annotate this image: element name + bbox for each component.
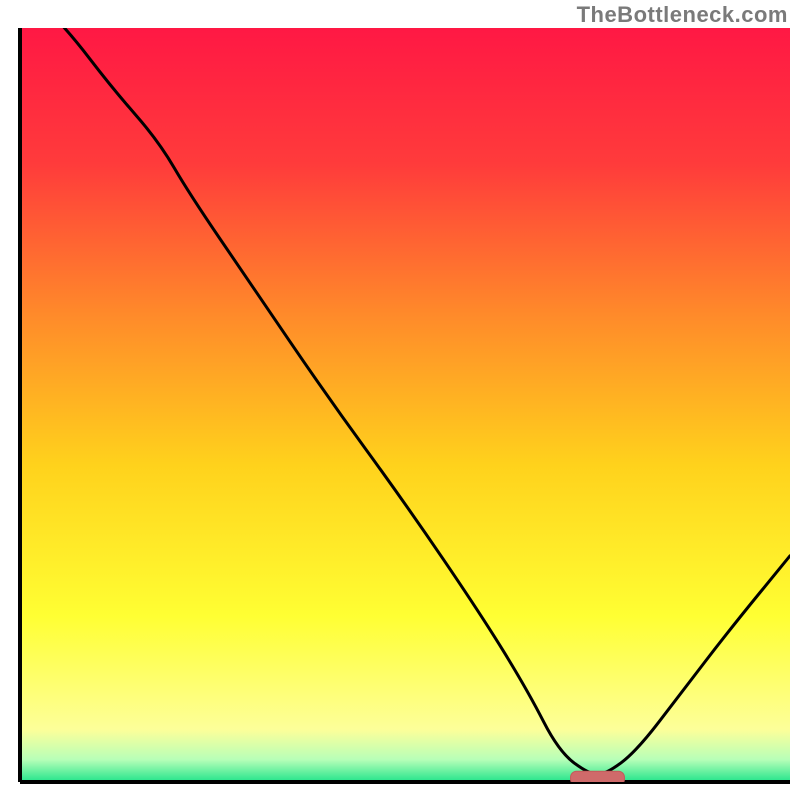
plot-background xyxy=(20,28,790,782)
chart-svg xyxy=(0,0,800,800)
watermark-label: TheBottleneck.com xyxy=(577,2,788,28)
chart-root: TheBottleneck.com xyxy=(0,0,800,800)
